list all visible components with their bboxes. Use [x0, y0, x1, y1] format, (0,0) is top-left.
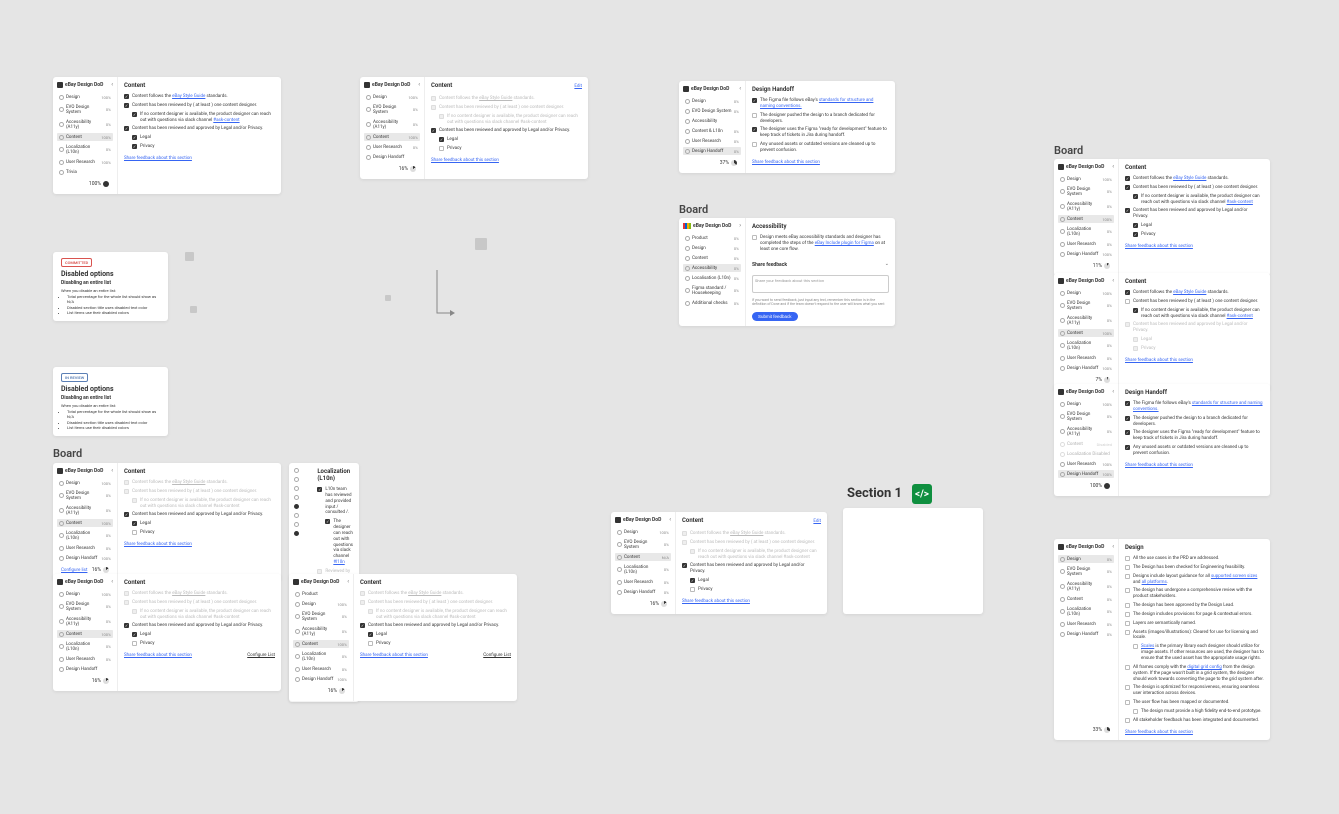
share-feedback-link[interactable]: Share feedback about this section: [124, 653, 192, 658]
share-feedback-header: Share feedback: [752, 262, 787, 268]
board-label: Board: [1054, 144, 1083, 157]
callout-title: Disabled options: [61, 385, 160, 393]
checkbox[interactable]: ✓: [132, 144, 137, 149]
chevron-left-icon[interactable]: ‹: [111, 578, 113, 585]
checkbox[interactable]: ✓: [752, 98, 757, 103]
section-label: Section 1: [847, 486, 902, 501]
share-feedback-link[interactable]: Share feedback about this section: [682, 599, 821, 604]
dod-panel: eBay Design DoD‹ Product Design100% EVO …: [289, 574, 517, 701]
chevron-left-icon[interactable]: ‹: [418, 81, 420, 88]
configure-list-link[interactable]: Configure List: [247, 653, 275, 658]
chevron-left-icon[interactable]: ‹: [111, 467, 113, 474]
empty-canvas: [843, 508, 983, 614]
chevron-left-icon[interactable]: ‹: [669, 516, 671, 523]
callout-subtitle: Disabling an entire list: [61, 395, 160, 401]
chevron-down-icon[interactable]: ⌄: [885, 261, 889, 267]
submit-feedback-button[interactable]: Submit feedback: [752, 312, 798, 321]
logo-icon: [364, 82, 370, 88]
tag-inreview: IN REVIEW: [61, 373, 88, 382]
chevron-left-icon[interactable]: ‹: [111, 81, 113, 88]
configure-list-link[interactable]: Configure List: [483, 653, 511, 658]
app-title: eBay Design DoD: [691, 86, 729, 92]
dod-panel-a11y: eBay Design DoD › Product0% Design0% Con…: [679, 218, 895, 326]
code-icon[interactable]: </>: [912, 484, 932, 504]
checkbox[interactable]: ✓: [132, 135, 137, 140]
progress-pie-icon: [731, 160, 737, 166]
section-title: Content: [431, 82, 452, 89]
checkbox[interactable]: [752, 113, 757, 118]
app-title: eBay Design DoD: [693, 223, 731, 229]
checkbox[interactable]: [752, 142, 757, 147]
dod-panel: eBay Design DoD ‹ Design0% EVO Design Sy…: [679, 81, 895, 173]
checkbox[interactable]: ✓: [124, 126, 129, 131]
chevron-right-icon[interactable]: ›: [739, 222, 741, 229]
section-title: Design Handoff: [752, 86, 889, 93]
chevron-left-icon[interactable]: ‹: [347, 578, 349, 585]
share-feedback-link[interactable]: Share feedback about this section: [360, 653, 428, 658]
checkbox[interactable]: ✓: [124, 94, 129, 99]
checkbox[interactable]: [752, 235, 757, 240]
dod-panel: eBay Design DoD‹ Design100% EVO Design S…: [53, 574, 281, 691]
dod-panel: eBay Design DoD‹ Design100% EVO Design S…: [1054, 159, 1270, 276]
checkbox[interactable]: ✓: [439, 137, 444, 142]
app-title: eBay Design DoD: [372, 82, 410, 88]
dod-panel: eBay Design DoD‹ Design100% EVO Design S…: [1054, 273, 1270, 390]
callout-inreview: IN REVIEW Disabled options Disabling an …: [53, 367, 168, 436]
share-feedback-link[interactable]: Share feedback about this section: [124, 542, 275, 547]
dod-panel: eBay Design DoD ‹ Design100% EVO Design …: [360, 77, 588, 179]
edit-link[interactable]: Edit: [574, 84, 582, 89]
app-title: eBay Design DoD: [65, 82, 103, 88]
dod-panel-design: eBay Design DoD‹ Design0% EVO Design Sys…: [1054, 539, 1270, 740]
dod-panel: eBay Design DoD ‹ Design100% EVO Design …: [53, 77, 281, 194]
share-feedback-link[interactable]: Share feedback about this section: [124, 156, 275, 161]
progress-pie-icon: [103, 181, 109, 187]
checkbox[interactable]: ✓: [124, 103, 129, 108]
dod-panel: eBay Design DoD‹ Design100% EVO Design S…: [611, 512, 827, 614]
logo-icon: [683, 86, 689, 92]
ebay-logo-icon: [683, 223, 691, 229]
board-label: Board: [679, 203, 708, 216]
callout-title: Disabled options: [61, 270, 160, 278]
checkbox[interactable]: ✓: [431, 128, 436, 133]
checkbox[interactable]: ✓: [752, 127, 757, 132]
share-feedback-link[interactable]: Share feedback about this section: [752, 160, 889, 165]
tag-committed: COMMITTED: [61, 258, 92, 267]
chevron-left-icon[interactable]: ‹: [739, 85, 741, 92]
board-label: Board: [53, 447, 82, 460]
feedback-input[interactable]: Share your feedback about this section: [752, 275, 889, 293]
dod-panel: eBay Design DoD‹ Design100% EVO Design S…: [1054, 384, 1270, 496]
dod-panel: eBay Design DoD‹ Design100% EVO Design S…: [53, 463, 281, 580]
edit-link[interactable]: Edit: [813, 519, 821, 524]
chevron-left-icon[interactable]: ‹: [1112, 163, 1114, 170]
section-title: Accessibility: [752, 223, 889, 230]
logo-icon: [57, 82, 63, 88]
configure-list-link[interactable]: Configure list: [61, 568, 87, 573]
callout-committed: COMMITTED Disabled options Disabling an …: [53, 252, 168, 321]
progress-pie-icon: [410, 166, 416, 172]
checkbox[interactable]: [439, 146, 444, 151]
section-title: Content: [124, 82, 275, 89]
callout-subtitle: Disabling an entire list: [61, 280, 160, 286]
checkbox[interactable]: ✓: [132, 112, 137, 117]
share-feedback-link[interactable]: Share feedback about this section: [431, 158, 582, 163]
